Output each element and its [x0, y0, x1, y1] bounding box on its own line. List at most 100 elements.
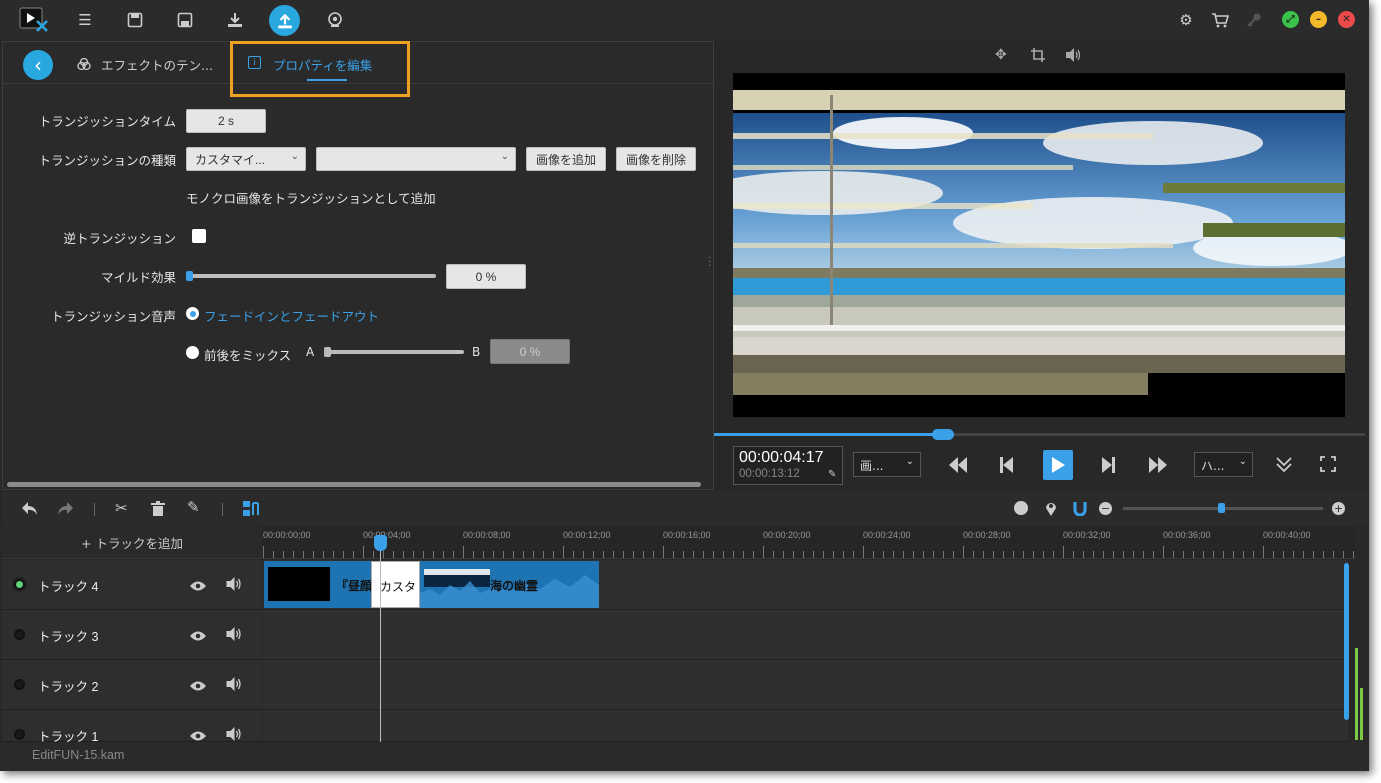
ruler-tick: [403, 551, 404, 558]
move-icon[interactable]: ✥: [995, 47, 1007, 63]
fit-icon[interactable]: [1014, 501, 1028, 515]
track-lane[interactable]: [263, 710, 1348, 742]
zoom-slider-thumb[interactable]: [1218, 503, 1225, 513]
speaker-icon[interactable]: [225, 626, 242, 645]
zoom-out-icon[interactable]: −: [1099, 502, 1112, 515]
ruler-tick: [1353, 551, 1354, 558]
mild-effect-value[interactable]: 0 %: [446, 264, 526, 289]
transition-time-input[interactable]: 2 s: [186, 109, 266, 133]
mix-slider-thumb[interactable]: [324, 347, 331, 357]
timeline-scrollbar[interactable]: [1344, 563, 1349, 720]
volume-icon[interactable]: [1065, 47, 1081, 66]
close-icon[interactable]: ✕: [1338, 11, 1355, 28]
list-icon[interactable]: ☰: [73, 8, 97, 32]
ruler-tick: [953, 551, 954, 558]
track-status-dot[interactable]: [14, 679, 25, 690]
splitter-handle[interactable]: · · ·: [708, 254, 711, 272]
transition-type-select[interactable]: カスタマイ... ⌄: [186, 147, 306, 171]
tab-effect-templates[interactable]: エフェクトのテン...: [101, 55, 213, 74]
prev-frame-icon[interactable]: [1000, 457, 1014, 477]
track-header[interactable]: トラック 1: [2, 710, 262, 744]
cart-icon[interactable]: [1208, 8, 1232, 32]
track-status-dot[interactable]: [14, 729, 25, 740]
minimize-icon[interactable]: –: [1310, 11, 1327, 28]
next-frame-icon[interactable]: [1101, 457, 1115, 477]
mild-effect-slider-thumb[interactable]: [186, 271, 193, 281]
fade-option-label[interactable]: フェードインとフェードアウト: [204, 306, 379, 325]
quality-select[interactable]: 画... ⌄: [853, 452, 921, 477]
reverse-transition-label: 逆トランジッション: [63, 232, 176, 246]
track-lane[interactable]: [263, 610, 1348, 660]
redo-icon[interactable]: [57, 501, 73, 520]
track-header[interactable]: トラック 3: [2, 610, 262, 660]
mix-value[interactable]: 0 %: [490, 339, 570, 364]
mix-option-label[interactable]: 前後をミックス: [204, 345, 291, 364]
save-icon[interactable]: [123, 8, 147, 32]
skip-to-end-icon[interactable]: [1148, 457, 1168, 477]
ruler-tick: [1083, 551, 1084, 558]
ruler-tick: [1183, 551, 1184, 558]
speaker-icon[interactable]: [225, 676, 242, 695]
eye-icon[interactable]: [190, 677, 206, 696]
mix-radio[interactable]: [186, 346, 199, 359]
marker-icon[interactable]: [1045, 500, 1057, 520]
cut-icon[interactable]: ✂: [115, 499, 128, 517]
video-clip[interactable]: 『昼顔: [264, 561, 373, 608]
ruler-tick: [493, 551, 494, 558]
export-icon[interactable]: [269, 5, 300, 36]
timecode-box[interactable]: 00:00:04:17 00:00:13:12 ✎: [733, 446, 843, 485]
edit-icon[interactable]: ✎: [187, 498, 200, 516]
reverse-transition-checkbox[interactable]: [192, 229, 206, 243]
key-icon[interactable]: [1242, 8, 1266, 32]
skip-to-start-icon[interactable]: [948, 457, 968, 477]
zoom-in-icon[interactable]: +: [1332, 502, 1345, 515]
download-icon[interactable]: [223, 8, 247, 32]
gear-icon[interactable]: ⚙: [1174, 8, 1198, 32]
ruler-tick: [693, 551, 694, 558]
preview-progress-thumb[interactable]: [932, 429, 954, 440]
video-preview[interactable]: [733, 73, 1345, 417]
ruler-tick: [1013, 551, 1014, 558]
undo-icon[interactable]: [22, 501, 38, 520]
magnet-icon[interactable]: [1073, 501, 1087, 520]
track-header[interactable]: トラック 4: [2, 560, 262, 610]
track-status-dot[interactable]: [14, 579, 25, 590]
fade-radio[interactable]: [186, 307, 199, 320]
mild-effect-slider[interactable]: [186, 274, 436, 278]
ruler-tick: [373, 551, 374, 558]
split-track-icon[interactable]: [243, 501, 261, 520]
clip-title: 『昼顔: [336, 579, 373, 593]
speaker-icon[interactable]: [225, 576, 242, 595]
panel-tabs: ‹ エフェクトのテン... i プロパティを編集: [3, 41, 713, 97]
playhead-handle[interactable]: [374, 535, 387, 551]
panel-scrollbar[interactable]: [7, 482, 701, 487]
timeline-ruler[interactable]: 00:00:00;00 00:00:04;00 00:00:08;00 00:00:1…: [263, 527, 1355, 559]
delete-image-button[interactable]: 画像を削除: [616, 147, 696, 171]
transition-clip[interactable]: カスタ: [371, 561, 420, 608]
crop-icon[interactable]: [1031, 47, 1045, 66]
track-status-dot[interactable]: [14, 629, 25, 640]
webcam-icon[interactable]: [323, 8, 347, 32]
trash-icon[interactable]: [151, 501, 165, 520]
audio-video-clip[interactable]: 海の幽霊: [420, 561, 599, 608]
eye-icon[interactable]: [190, 627, 206, 646]
mix-slider[interactable]: [324, 350, 464, 354]
image-select[interactable]: ⌄: [316, 147, 516, 171]
pencil-icon[interactable]: ✎: [828, 469, 836, 480]
fullscreen-icon[interactable]: [1320, 456, 1336, 476]
maximize-icon[interactable]: ⤢: [1282, 11, 1299, 28]
eye-icon[interactable]: [190, 577, 206, 596]
save-as-icon[interactable]: [173, 8, 197, 32]
back-button[interactable]: ‹: [23, 50, 53, 80]
play-button[interactable]: [1043, 450, 1073, 480]
track-header[interactable]: トラック 2: [2, 660, 262, 710]
double-chevron-icon[interactable]: [1275, 455, 1293, 477]
track-lane[interactable]: [263, 660, 1348, 710]
add-track-button[interactable]: + トラックを追加: [2, 527, 262, 559]
chevron-down-icon: ⌄: [905, 456, 914, 467]
add-image-button[interactable]: 画像を追加: [526, 147, 606, 171]
speed-select[interactable]: ハ... ⌄: [1194, 452, 1253, 477]
logo-icon: [19, 5, 49, 33]
project-filename: EditFUN-15.kam: [32, 748, 125, 762]
tab-edit-properties[interactable]: プロパティを編集: [273, 55, 372, 74]
